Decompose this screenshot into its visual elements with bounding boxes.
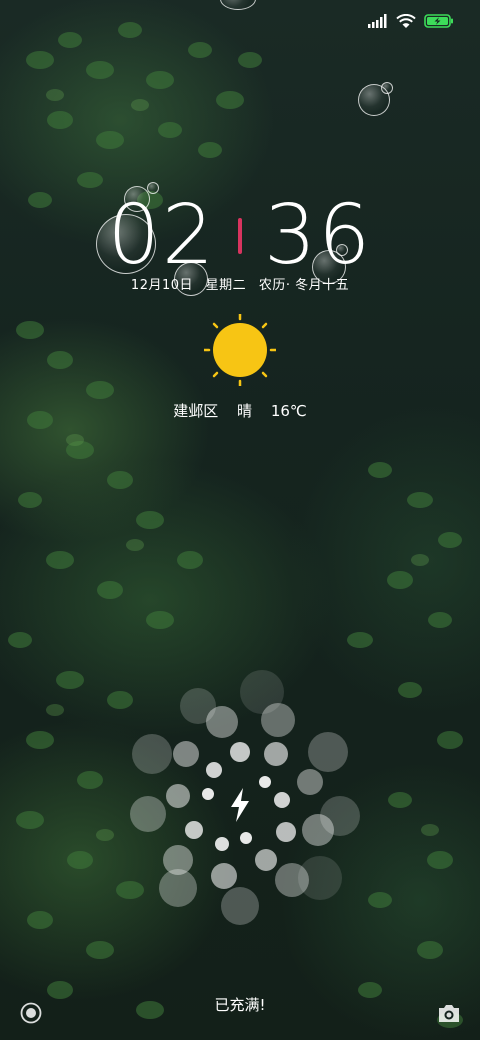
charge-dot xyxy=(215,837,229,851)
charge-dot xyxy=(255,849,277,871)
clock-hours: 02 xyxy=(107,188,216,283)
charge-dot xyxy=(230,742,250,762)
charge-dot xyxy=(132,734,172,774)
charge-dot xyxy=(276,822,296,842)
date-lunar: 农历· 冬月十五 xyxy=(258,278,350,293)
wifi-icon xyxy=(396,13,416,28)
battery-charging-icon xyxy=(424,14,453,28)
charge-dot xyxy=(297,769,323,795)
date-day: 12月10日 xyxy=(130,278,194,293)
weather-location: 建邺区 xyxy=(173,402,219,420)
charge-dot xyxy=(264,742,288,766)
charge-dot xyxy=(206,706,238,738)
charge-dot xyxy=(221,887,259,925)
weather-line: 建邺区 晴 16℃ xyxy=(0,400,480,421)
charging-status: 已充满! xyxy=(214,996,266,1014)
date-line: 12月10日 星期二 农历· 冬月十五 xyxy=(0,274,480,293)
weather-temperature: 16℃ xyxy=(270,402,307,420)
charge-dot xyxy=(173,741,199,767)
status-bar xyxy=(368,10,454,32)
charge-dot xyxy=(130,796,166,832)
charge-dot xyxy=(308,732,348,772)
date-weekday: 星期二 xyxy=(205,278,247,293)
charge-dot xyxy=(185,821,203,839)
charge-dot xyxy=(298,856,342,900)
bubble xyxy=(381,82,393,94)
charge-dot xyxy=(302,814,334,846)
charge-dot xyxy=(159,869,197,907)
charge-dot xyxy=(261,703,295,737)
assistant-circle-icon[interactable] xyxy=(20,1002,42,1024)
charge-dot xyxy=(240,832,252,844)
clock-minutes: 36 xyxy=(264,188,373,283)
lightning-bolt-icon xyxy=(231,788,249,822)
charge-dot xyxy=(202,788,214,800)
charge-dot xyxy=(166,784,190,808)
weather-condition: 晴 xyxy=(237,402,253,420)
clock-separator xyxy=(238,217,242,254)
sun-icon xyxy=(204,314,276,386)
camera-icon[interactable] xyxy=(437,1002,461,1024)
charge-dot xyxy=(274,792,290,808)
lock-clock: 02 36 xyxy=(0,188,480,283)
lock-screen: 02 36 12月10日 星期二 农历· 冬月十五 建邺区 晴 16℃ 已充满! xyxy=(0,0,480,1040)
charge-dot xyxy=(206,762,222,778)
charge-dot xyxy=(259,776,271,788)
signal-bars-icon xyxy=(368,14,387,28)
charge-dot xyxy=(211,863,237,889)
